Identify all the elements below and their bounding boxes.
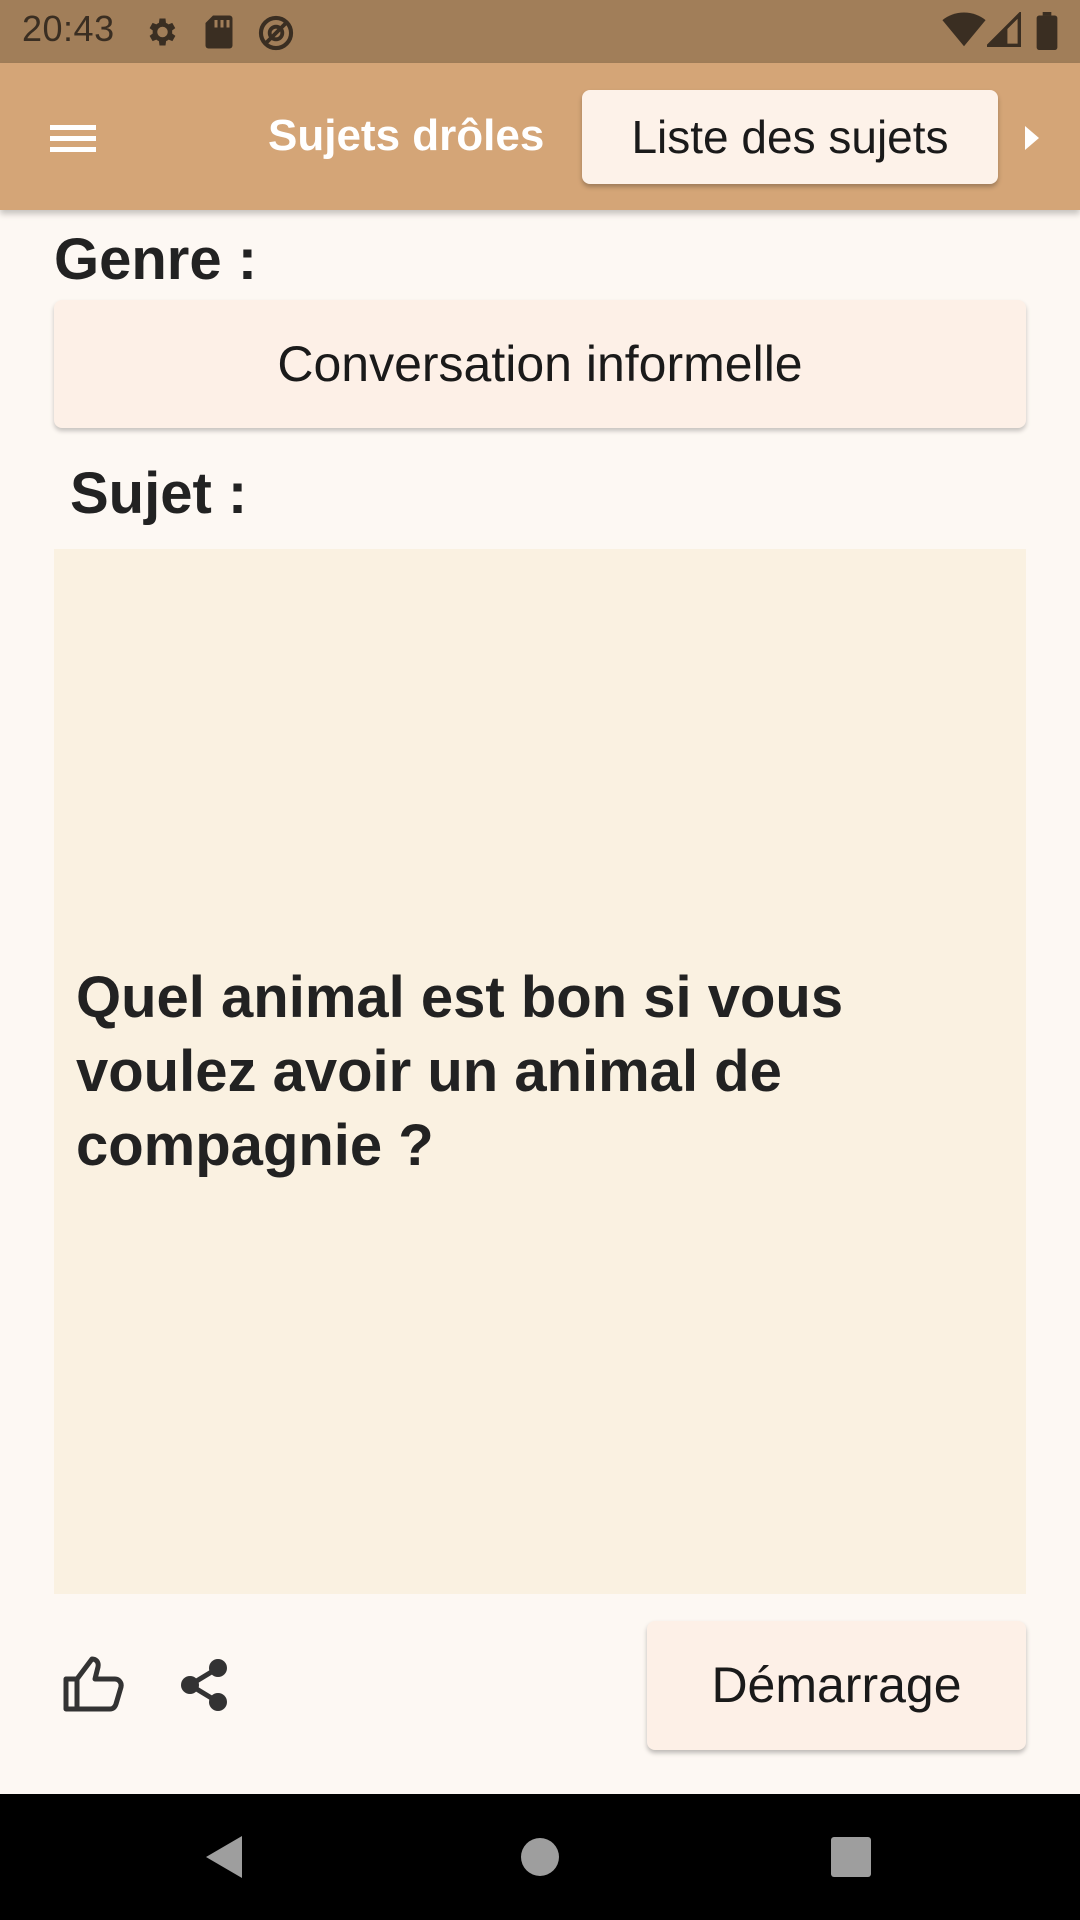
subject-label: Sujet : <box>70 461 248 526</box>
share-icon[interactable] <box>178 1658 230 1712</box>
status-bar: 20:43 <box>0 0 1080 63</box>
topic-card: Quel animal est bon si vous voulez avoir… <box>54 549 1026 1594</box>
hamburger-menu-icon[interactable] <box>38 103 108 173</box>
at-sign-icon <box>257 14 295 57</box>
thumbs-up-icon[interactable] <box>62 1655 126 1713</box>
gear-icon <box>143 14 179 55</box>
genre-label: Genre : <box>54 227 258 292</box>
genre-selector-button[interactable]: Conversation informelle <box>54 300 1026 428</box>
status-time: 20:43 <box>22 8 115 49</box>
home-circle-icon[interactable] <box>520 1837 560 1882</box>
navigation-bar <box>0 1794 1080 1920</box>
topic-list-button[interactable]: Liste des sujets <box>582 90 998 184</box>
app-title: Sujets drôles <box>268 111 545 160</box>
app-bar: Sujets drôles Liste des sujets <box>0 63 1080 210</box>
recents-square-icon[interactable] <box>830 1836 872 1883</box>
wifi-icon <box>942 12 986 53</box>
start-button[interactable]: Démarrage <box>647 1621 1026 1750</box>
battery-icon <box>1036 12 1058 55</box>
back-triangle-icon[interactable] <box>204 1834 244 1885</box>
topic-text: Quel animal est bon si vous voulez avoir… <box>76 964 844 1178</box>
arrow-right-icon[interactable] <box>1020 123 1044 153</box>
cell-signal-icon <box>984 10 1021 53</box>
sd-card-icon <box>204 14 234 55</box>
